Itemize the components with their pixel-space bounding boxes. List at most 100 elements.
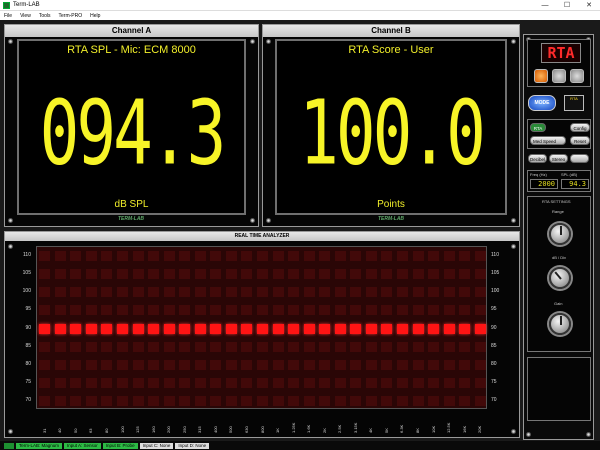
stop-button[interactable] [570, 69, 584, 83]
gain-knob[interactable] [549, 313, 571, 335]
rta-bar-cell [272, 269, 284, 280]
rta-bar-cell [257, 359, 268, 370]
rta-bar-cell [257, 287, 268, 298]
reset-button[interactable]: Reset [570, 136, 590, 145]
rta-bar-cell [303, 269, 315, 280]
rta-bar-cell [319, 341, 331, 352]
rta-bar-cell [365, 251, 377, 262]
rta-bar-cell [443, 287, 455, 298]
screw [526, 432, 531, 437]
rta-bar-lit [272, 323, 284, 334]
rta-bar-grid [36, 246, 487, 409]
power-button[interactable] [534, 69, 548, 83]
rta-bar-cell [288, 269, 300, 280]
rta-bar-cell [163, 377, 175, 388]
rta-bar-cell [459, 341, 471, 352]
rta-bar-cell [319, 287, 331, 298]
rta-bar-cell [148, 395, 160, 406]
rta-bar-cell [194, 377, 206, 388]
tab-decibel[interactable]: Decibel [528, 154, 547, 163]
rta-bar-cell [381, 251, 393, 262]
close-button[interactable]: ✕ [578, 1, 600, 9]
rta-bar-cell [194, 341, 206, 352]
menu-tools[interactable]: Tools [39, 13, 51, 19]
rta-x-label: 400 [212, 426, 218, 433]
rta-bar-cell [54, 287, 66, 298]
rta-bar-cell [381, 305, 393, 316]
rta-x-label: 63 [88, 428, 94, 433]
rta-bar-cell [70, 341, 82, 352]
maximize-button[interactable]: ☐ [556, 1, 578, 9]
freq-label: Freq (Hz) [530, 172, 547, 177]
speed-field[interactable]: Med Speed [530, 136, 566, 145]
rta-bar-lit [474, 323, 486, 334]
rta-bar-cell [163, 305, 175, 316]
rta-y-label-right: 105 [491, 270, 500, 277]
range-knob[interactable] [549, 223, 571, 245]
rta-bar-cell [412, 359, 424, 370]
mode-button[interactable]: MODE [528, 95, 556, 111]
screw [511, 218, 516, 223]
rta-bar-cell [365, 269, 377, 280]
status-model: Term-LAB: Magnum [16, 442, 63, 449]
screw [250, 39, 255, 44]
rta-bar-cell [319, 395, 331, 406]
rta-bar-cell [85, 377, 97, 388]
rta-bar-cell [54, 395, 66, 406]
rta-bar-cell [459, 287, 471, 298]
rta-bar-cell [225, 269, 237, 280]
rta-x-label: 630 [243, 426, 249, 433]
rta-bar-cell [163, 395, 175, 406]
rta-bar-cell [39, 341, 51, 352]
rta-bar-lit [412, 323, 424, 334]
rta-bar-cell [85, 395, 97, 406]
tab-stereo[interactable]: Stereo [549, 154, 568, 163]
rta-x-label: 12.5K [446, 422, 452, 433]
rta-bar-lit [334, 323, 346, 334]
rta-y-label-right: 110 [491, 252, 499, 259]
rta-bar-cell [288, 359, 300, 370]
db-per-div-knob[interactable] [549, 267, 571, 289]
screw [250, 218, 255, 223]
rta-bar-cell [210, 305, 222, 316]
rta-mode-indicator: RTA [541, 43, 581, 63]
rta-bar-cell [54, 359, 66, 370]
rta-y-label-left: 100 [22, 288, 31, 295]
tab-blank[interactable] [570, 154, 589, 163]
rta-bar-cell [443, 359, 455, 370]
rta-bar-lit [428, 323, 440, 334]
rta-y-label-left: 85 [25, 342, 31, 349]
rta-bar-cell [350, 287, 362, 298]
rta-mini-indicator[interactable]: RTA [564, 95, 584, 111]
rta-bar-cell [303, 305, 315, 316]
rta-bar-cell [194, 287, 206, 298]
rta-bar-cell [459, 359, 471, 370]
rta-bar-cell [148, 341, 160, 352]
menu-file[interactable]: File [4, 13, 12, 19]
rta-bar-cell [257, 377, 268, 388]
rta-bar-cell [474, 395, 486, 406]
config-button[interactable]: Config [570, 123, 590, 132]
rta-x-label: 6.3K [399, 424, 405, 433]
rta-bar-cell [117, 287, 129, 298]
rta-bar-cell [85, 359, 97, 370]
rta-bar-cell [39, 305, 51, 316]
channel-b-panel: Channel B RTA Score - User 100.0 Points … [262, 24, 520, 227]
rta-bar-cell [210, 341, 222, 352]
rta-bar-cell [412, 377, 424, 388]
rta-bar-lit [39, 323, 51, 334]
preset-field[interactable]: RTA [530, 123, 546, 132]
record-button[interactable] [552, 69, 566, 83]
rta-bar-cell [70, 251, 82, 262]
rta-bar-cell [350, 359, 362, 370]
rta-x-label: 2.5K [337, 424, 343, 433]
menu-help[interactable]: Help [90, 13, 100, 19]
rta-bar-cell [148, 359, 160, 370]
rta-bar-cell [474, 269, 486, 280]
rta-x-label: 315 [197, 426, 203, 433]
rta-bar-lit [101, 323, 113, 334]
menu-term-pro[interactable]: Term-PRO [59, 13, 83, 19]
menu-view[interactable]: View [20, 13, 31, 19]
rta-bar-lit [163, 323, 175, 334]
minimize-button[interactable]: — [534, 2, 556, 9]
